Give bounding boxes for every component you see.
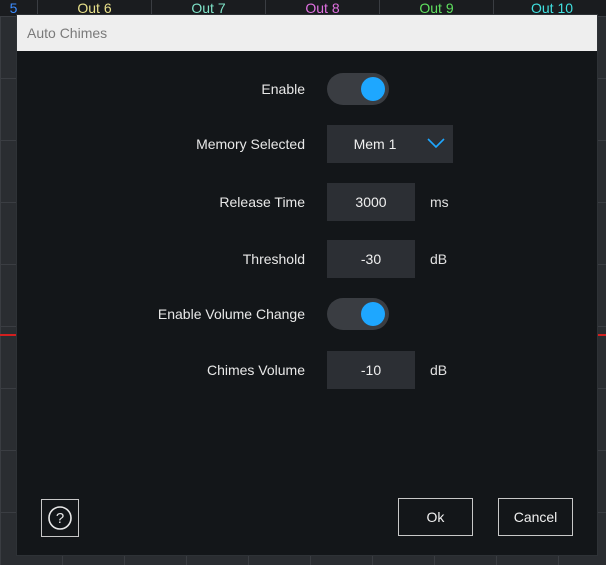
chimes-volume-label: Chimes Volume <box>206 362 305 378</box>
threshold-label: Threshold <box>242 251 305 267</box>
toggle-knob <box>361 77 385 101</box>
memory-selected-label: Memory Selected <box>196 136 305 152</box>
toggle-knob <box>361 302 385 326</box>
threshold-unit: dB <box>430 251 448 267</box>
release-time-unit: ms <box>430 194 449 210</box>
release-time-input[interactable] <box>327 183 415 221</box>
memory-select[interactable]: Mem 1 <box>327 125 453 163</box>
chimes-volume-row: Chimes Volume dB <box>17 351 597 389</box>
chimes-volume-input[interactable] <box>327 351 415 389</box>
enable-row: Enable <box>17 70 597 108</box>
release-time-label: Release Time <box>219 194 305 210</box>
release-time-row: Release Time ms <box>17 183 597 221</box>
enable-volume-change-label: Enable Volume Change <box>157 306 305 322</box>
memory-row: Memory Selected Mem 1 <box>17 125 597 163</box>
auto-chimes-dialog: Auto Chimes Enable Memory Selected Mem 1… <box>16 14 598 556</box>
threshold-input[interactable] <box>327 240 415 278</box>
enable-volume-change-toggle[interactable] <box>327 298 389 330</box>
threshold-row: Threshold dB <box>17 240 597 278</box>
enable-label: Enable <box>261 81 305 97</box>
cancel-button[interactable]: Cancel <box>498 498 573 536</box>
memory-select-value: Mem 1 <box>353 136 397 152</box>
chimes-volume-unit: dB <box>430 362 448 378</box>
ok-button[interactable]: Ok <box>398 498 473 536</box>
chevron-down-icon <box>427 138 445 149</box>
dialog-title: Auto Chimes <box>17 15 597 51</box>
help-symbol: ? <box>56 510 64 527</box>
help-button[interactable]: ? <box>41 499 79 537</box>
question-circle-icon: ? <box>48 506 72 530</box>
enable-toggle[interactable] <box>327 73 389 105</box>
volume-change-row: Enable Volume Change <box>17 295 597 333</box>
